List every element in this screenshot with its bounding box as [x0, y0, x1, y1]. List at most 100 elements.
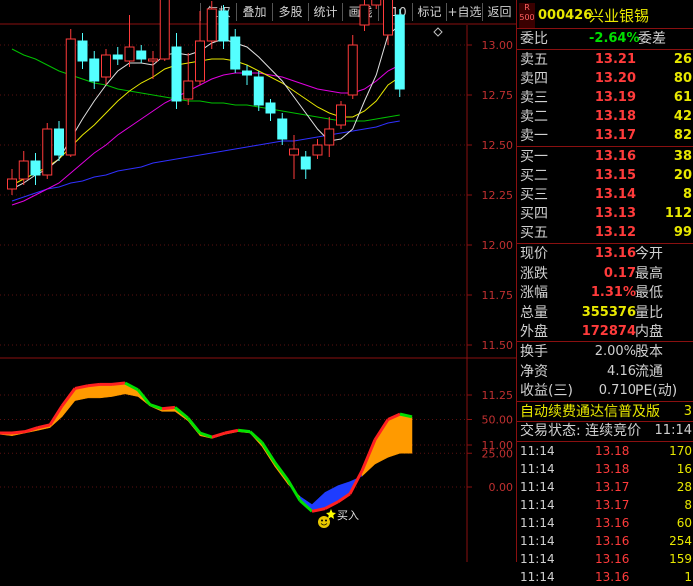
candle[interactable]	[42, 123, 53, 179]
candle[interactable]	[324, 117, 335, 157]
candle[interactable]	[277, 113, 288, 145]
ask-row: 卖五 13.21 26	[517, 50, 693, 70]
candle[interactable]	[30, 153, 41, 185]
indicator-line-segment	[199, 431, 213, 439]
bid-row: 买一 13.16 38	[517, 147, 693, 167]
candle[interactable]	[101, 49, 111, 85]
candle[interactable]	[336, 101, 346, 129]
bid-volume: 8	[682, 187, 692, 202]
indicator-line-segment	[149, 403, 163, 411]
bid-volume: 38	[673, 149, 692, 164]
finance-row: 净资 4.16 流通	[517, 362, 693, 382]
candle[interactable]	[242, 65, 252, 85]
ask-price: 13.19	[594, 90, 636, 105]
bid-price: 13.14	[594, 187, 636, 202]
indicator-line-segment	[161, 405, 176, 411]
tick-volume: 159	[669, 552, 692, 566]
candle[interactable]	[159, 0, 170, 61]
tick-time: 11:14	[520, 534, 555, 548]
notice-suffix: 3	[683, 404, 692, 419]
stat-row: 外盘 172874 内盘	[517, 322, 693, 342]
candle[interactable]	[312, 139, 323, 159]
tick-time: 11:14	[520, 570, 555, 584]
candle[interactable]	[230, 29, 241, 73]
stat-label2: 最高	[635, 265, 663, 282]
finance-label2: 股本	[635, 344, 663, 360]
candle[interactable]	[18, 151, 29, 185]
candle[interactable]	[394, 9, 405, 97]
indicator-line-segment	[224, 428, 239, 435]
tick-price: 13.18	[595, 444, 630, 458]
candle[interactable]	[300, 151, 311, 179]
price-tick-label: 12.50	[482, 139, 514, 152]
candle[interactable]	[54, 121, 64, 161]
ask-price: 13.20	[594, 71, 636, 86]
stat-value: 0.17	[603, 265, 636, 281]
candle[interactable]	[265, 99, 276, 121]
candle[interactable]	[347, 35, 358, 99]
candle[interactable]	[359, 0, 370, 31]
price-tick-label: 11.50	[482, 339, 514, 352]
tick-volume: 16	[676, 462, 692, 476]
ask-volume: 82	[673, 128, 692, 143]
finance-label2: 流通	[635, 363, 663, 380]
candle[interactable]	[136, 45, 147, 63]
chart-area[interactable]: 13.7513.5013.2513.0012.7512.5012.2512.00…	[0, 0, 516, 562]
notice-row[interactable]: 自动续费通达信普及版 3	[517, 402, 693, 422]
candle[interactable]	[253, 71, 264, 111]
indicator-tick-label: 0.00	[489, 481, 514, 494]
diamond-icon[interactable]	[433, 27, 443, 37]
candle[interactable]	[195, 11, 205, 85]
ask-label: 卖二	[520, 109, 548, 125]
bid-label: 买一	[520, 149, 548, 165]
candle[interactable]	[65, 29, 76, 157]
stat-value: 13.16	[594, 246, 636, 261]
candle[interactable]	[77, 33, 88, 69]
candle[interactable]	[183, 53, 194, 105]
stat-value: 355376	[581, 304, 636, 320]
candle[interactable]	[289, 135, 299, 179]
indicator-fill	[387, 413, 401, 458]
tick-row: 11:14 13.17 8	[517, 496, 693, 514]
candle[interactable]	[171, 33, 182, 109]
tick-time: 11:14	[520, 462, 555, 476]
bid-price: 13.15	[594, 168, 636, 183]
tick-row: 11:14 13.17 28	[517, 478, 693, 496]
indicator-tick-label: 50.00	[482, 414, 514, 427]
finance-row: 收益(三) 0.710 PE(动)	[517, 381, 693, 401]
weibi-label2: 委差	[638, 31, 666, 47]
bid-price: 13.16	[594, 149, 636, 164]
candle[interactable]	[383, 0, 393, 45]
bid-label: 买三	[520, 187, 548, 203]
tick-price: 13.16	[595, 534, 630, 548]
bid-price: 13.12	[594, 225, 636, 240]
notice-text[interactable]: 自动续费通达信普及版	[520, 402, 660, 422]
price-tick-label: 12.75	[482, 89, 514, 102]
indicator-fill	[399, 413, 413, 454]
tick-price: 13.16	[595, 552, 630, 566]
weibi-row: 委比 -2.64% 委差	[517, 29, 693, 49]
finance-label: 换手	[520, 344, 548, 360]
stock-badge: R 500	[519, 3, 535, 29]
finance-label: 收益(三)	[520, 383, 573, 399]
finance-label: 净资	[520, 363, 548, 380]
ask-price: 13.21	[594, 52, 636, 67]
stock-badge-bottom: 500	[519, 13, 535, 22]
ask-row: 卖四 13.20 80	[517, 69, 693, 89]
indicator-line-segment	[24, 426, 39, 434]
stat-value: 172874	[581, 324, 636, 339]
ask-row: 卖一 13.17 82	[517, 126, 693, 146]
stock-header: R 500 000426 兴业银锡	[517, 3, 693, 29]
stat-value: 1.31%	[590, 285, 636, 300]
finance-value: 4.16	[607, 363, 636, 379]
stat-row: 现价 13.16 今开	[517, 244, 693, 264]
candle[interactable]	[7, 169, 17, 195]
bid-volume: 99	[673, 225, 692, 240]
candle[interactable]	[218, 5, 229, 49]
candle[interactable]	[112, 47, 123, 65]
bid-price: 13.13	[594, 206, 636, 221]
candle[interactable]	[124, 15, 135, 67]
tick-price: 13.16	[595, 516, 630, 530]
candle[interactable]	[371, 0, 382, 9]
stock-badge-top: R	[524, 3, 530, 12]
